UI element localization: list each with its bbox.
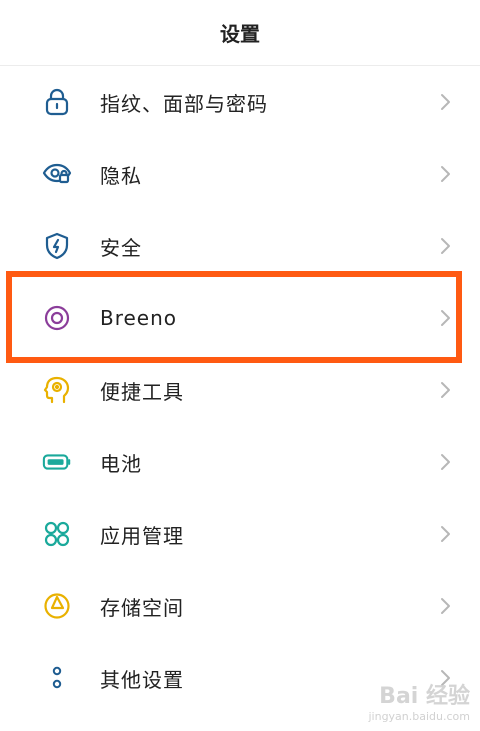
settings-item-privacy[interactable]: 隐私 xyxy=(0,138,480,210)
settings-item-label: 应用管理 xyxy=(100,523,184,548)
settings-screen: 设置 指纹、面部与密码 隐私 安全 Breeno 便捷工具 电池 应用管理 存储… xyxy=(0,0,480,731)
chevron-right-icon xyxy=(436,165,454,183)
settings-item-fingerprint-face-password[interactable]: 指纹、面部与密码 xyxy=(0,66,480,138)
privacy-eye-icon xyxy=(42,159,72,189)
settings-item-security[interactable]: 安全 xyxy=(0,210,480,282)
settings-item-storage[interactable]: 存储空间 xyxy=(0,570,480,642)
page-title: 设置 xyxy=(0,0,480,66)
settings-item-label: 安全 xyxy=(100,235,142,260)
chevron-right-icon xyxy=(436,669,454,687)
chevron-right-icon xyxy=(436,525,454,543)
app-grid-icon xyxy=(42,519,72,549)
settings-item-breeno[interactable]: Breeno xyxy=(0,282,480,354)
settings-item-battery[interactable]: 电池 xyxy=(0,426,480,498)
smart-head-icon xyxy=(42,375,72,405)
settings-item-app-management[interactable]: 应用管理 xyxy=(0,498,480,570)
settings-item-label: 便捷工具 xyxy=(100,379,184,404)
shield-icon xyxy=(42,231,72,261)
chevron-right-icon xyxy=(436,381,454,399)
settings-item-label: 其他设置 xyxy=(100,667,184,692)
settings-item-label: 隐私 xyxy=(100,163,142,188)
breeno-ring-icon xyxy=(42,303,72,333)
settings-item-label: 电池 xyxy=(100,451,142,476)
lock-icon xyxy=(42,87,72,117)
settings-item-label: Breeno xyxy=(100,306,178,330)
settings-list: 指纹、面部与密码 隐私 安全 Breeno 便捷工具 电池 应用管理 存储空间 … xyxy=(0,66,480,714)
chevron-right-icon xyxy=(436,237,454,255)
chevron-right-icon xyxy=(436,309,454,327)
settings-item-label: 存储空间 xyxy=(100,595,184,620)
chevron-right-icon xyxy=(436,453,454,471)
storage-pie-icon xyxy=(42,591,72,621)
battery-icon xyxy=(42,447,72,477)
settings-item-convenience-tools[interactable]: 便捷工具 xyxy=(0,354,480,426)
settings-item-other-settings[interactable]: 其他设置 xyxy=(0,642,480,714)
chevron-right-icon xyxy=(436,93,454,111)
chevron-right-icon xyxy=(436,597,454,615)
more-dots-icon xyxy=(42,663,72,693)
settings-item-label: 指纹、面部与密码 xyxy=(100,91,268,116)
